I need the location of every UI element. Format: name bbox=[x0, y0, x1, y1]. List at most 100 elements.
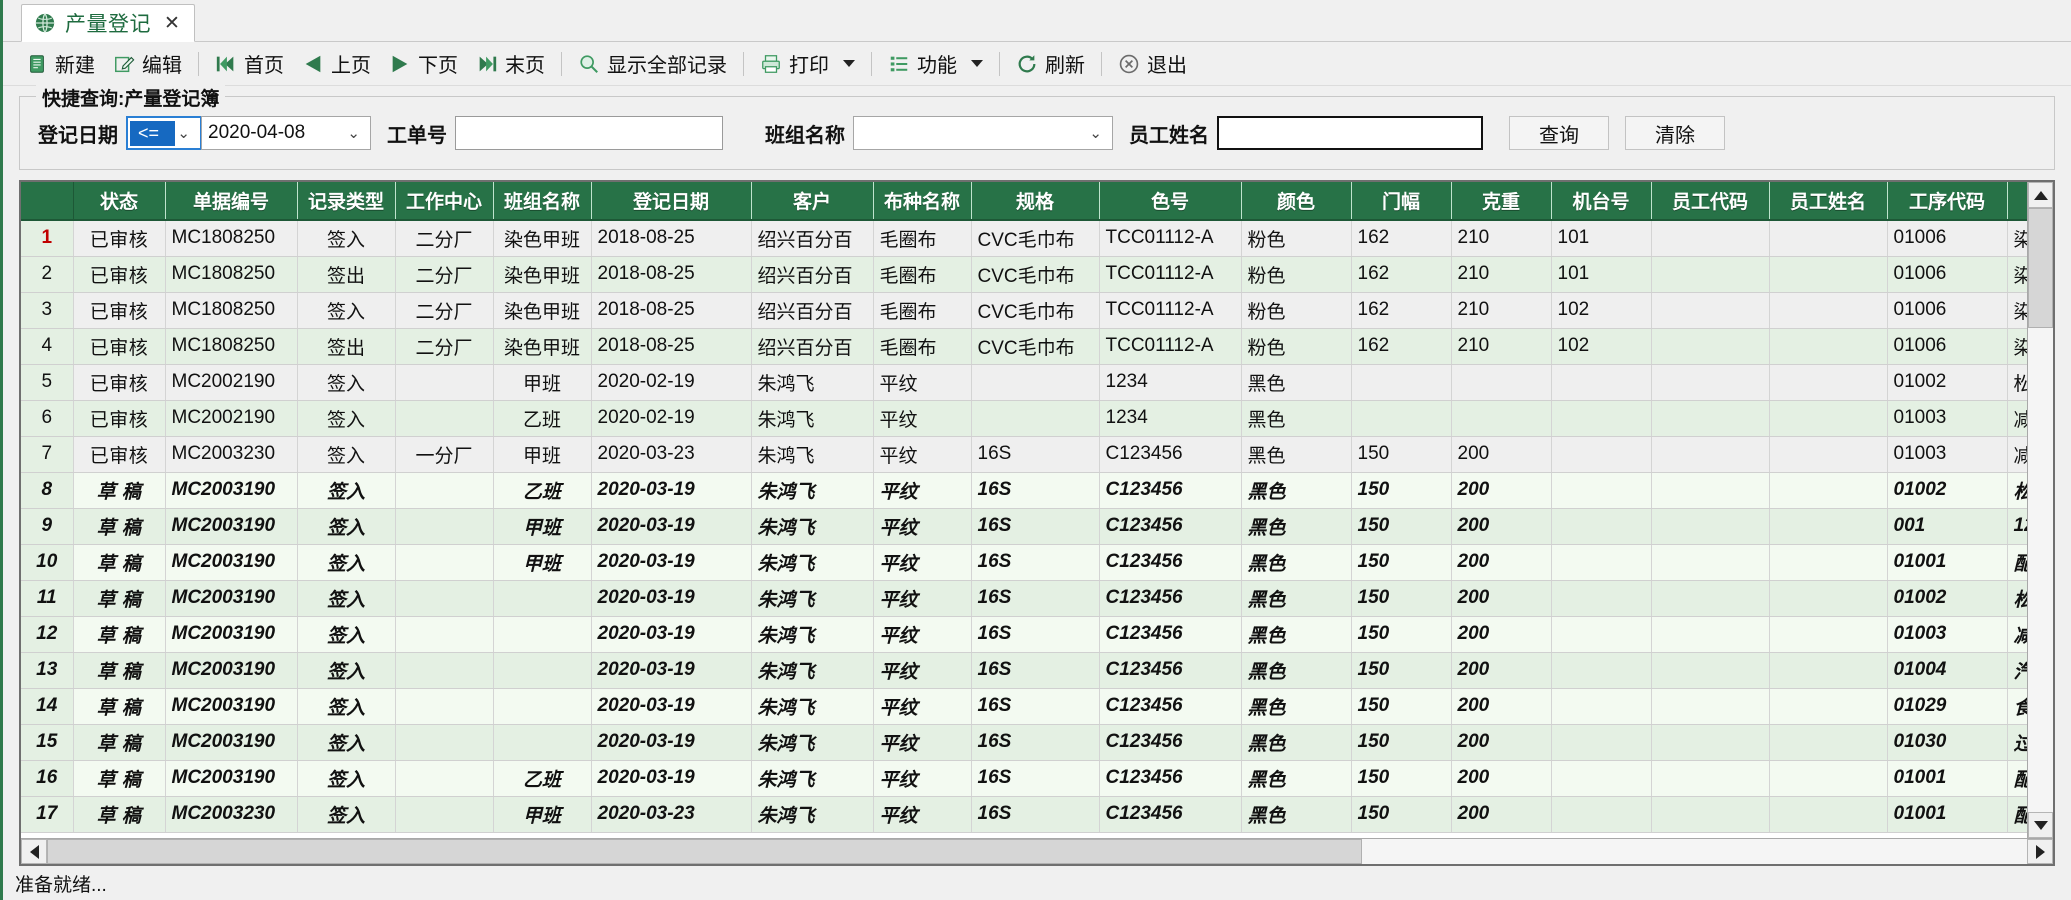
cell-emp_name[interactable] bbox=[1769, 220, 1888, 257]
cell-proc_name[interactable]: 松布 bbox=[2007, 364, 2027, 401]
cell-customer[interactable]: 朱鸿飞 bbox=[751, 364, 874, 401]
cell-emp_code[interactable] bbox=[1651, 688, 1770, 725]
cell-reg_date[interactable]: 2020-03-23 bbox=[591, 796, 752, 833]
cell-reg_date[interactable]: 2020-03-19 bbox=[591, 508, 752, 545]
toolbar-show-all-records-button[interactable]: 显示全部记录 bbox=[569, 46, 736, 81]
cell-emp_code[interactable] bbox=[1651, 400, 1770, 437]
table-row[interactable]: 17 草 稿 MC2003230 签入 甲班 2020-03-23 朱鸿飞 平纹 16S C123… bbox=[21, 796, 2027, 833]
cell-fabric[interactable]: 平纹 bbox=[873, 436, 972, 473]
cell-color[interactable]: 粉色 bbox=[1241, 328, 1352, 365]
cell-reg_date[interactable]: 2020-03-19 bbox=[591, 544, 752, 581]
cell-rec_type[interactable]: 签入 bbox=[297, 220, 396, 257]
cell-team[interactable]: 甲班 bbox=[493, 508, 592, 545]
cell-color[interactable]: 黑色 bbox=[1241, 760, 1352, 797]
cell-team[interactable]: 乙班 bbox=[493, 760, 592, 797]
cell-emp_name[interactable] bbox=[1769, 472, 1888, 509]
cell-status[interactable]: 已审核 bbox=[73, 256, 166, 293]
cell-rec_type[interactable]: 签入 bbox=[297, 580, 396, 617]
cell-spec[interactable]: 16S bbox=[971, 724, 1100, 761]
cell-spec[interactable]: 16S bbox=[971, 508, 1100, 545]
cell-weight[interactable]: 210 bbox=[1451, 256, 1552, 293]
cell-fabric[interactable]: 毛圈布 bbox=[873, 220, 972, 257]
cell-fabric[interactable]: 平纹 bbox=[873, 796, 972, 833]
cell-spec[interactable]: 16S bbox=[971, 616, 1100, 653]
grid-col-header-color_no[interactable]: 色号 bbox=[1099, 182, 1242, 221]
cell-machine[interactable] bbox=[1551, 580, 1652, 617]
toolbar-function-button[interactable]: 功能 bbox=[879, 46, 992, 81]
cell-emp_code[interactable] bbox=[1651, 364, 1770, 401]
cell-width_mm[interactable]: 162 bbox=[1351, 220, 1452, 257]
cell-spec[interactable]: 16S bbox=[971, 472, 1100, 509]
cell-color_no[interactable]: C123456 bbox=[1099, 616, 1242, 653]
cell-width_mm[interactable]: 150 bbox=[1351, 580, 1452, 617]
cell-machine[interactable] bbox=[1551, 616, 1652, 653]
cell-color[interactable]: 黑色 bbox=[1241, 364, 1352, 401]
cell-status[interactable]: 草 稿 bbox=[73, 472, 166, 509]
cell-proc_code[interactable]: 01001 bbox=[1887, 544, 2008, 581]
row-number-cell[interactable]: 12 bbox=[21, 616, 74, 653]
table-row[interactable]: 2 已审核 MC1808250 签出 二分厂 染色甲班 2018-08-25 绍兴百分百 毛圈布… bbox=[21, 256, 2027, 293]
cell-customer[interactable]: 朱鸿飞 bbox=[751, 616, 874, 653]
cell-rec_type[interactable]: 签入 bbox=[297, 616, 396, 653]
toolbar-print-button[interactable]: 打印 bbox=[751, 46, 864, 81]
table-row[interactable]: 12 草 稿 MC2003190 签入 2020-03-19 朱鸿飞 平纹 16S C12345… bbox=[21, 616, 2027, 653]
cell-emp_name[interactable] bbox=[1769, 508, 1888, 545]
row-number-cell[interactable]: 17 bbox=[21, 796, 74, 833]
cell-customer[interactable]: 朱鸿飞 bbox=[751, 472, 874, 509]
cell-machine[interactable] bbox=[1551, 724, 1652, 761]
cell-spec[interactable] bbox=[971, 400, 1100, 437]
cell-proc_name[interactable]: 减量 bbox=[2007, 616, 2027, 653]
cell-status[interactable]: 已审核 bbox=[73, 364, 166, 401]
cell-emp_code[interactable] bbox=[1651, 796, 1770, 833]
cell-fabric[interactable]: 平纹 bbox=[873, 688, 972, 725]
grid-col-header-proc_code[interactable]: 工序代码 bbox=[1887, 182, 2008, 221]
cell-emp_name[interactable] bbox=[1769, 580, 1888, 617]
cell-status[interactable]: 已审核 bbox=[73, 400, 166, 437]
table-row[interactable]: 5 已审核 MC2002190 签入 甲班 2020-02-19 朱鸿飞 平纹 1234 黑色 01… bbox=[21, 364, 2027, 401]
cell-customer[interactable]: 朱鸿飞 bbox=[751, 544, 874, 581]
cell-customer[interactable]: 绍兴百分百 bbox=[751, 292, 874, 329]
cell-status[interactable]: 草 稿 bbox=[73, 724, 166, 761]
cell-rec_type[interactable]: 签入 bbox=[297, 724, 396, 761]
toolbar-prev-page-button[interactable]: 上页 bbox=[293, 46, 380, 81]
cell-weight[interactable]: 210 bbox=[1451, 292, 1552, 329]
table-row[interactable]: 13 草 稿 MC2003190 签入 2020-03-19 朱鸿飞 平纹 16S C12345… bbox=[21, 652, 2027, 689]
cell-machine[interactable]: 102 bbox=[1551, 292, 1652, 329]
cell-fabric[interactable]: 平纹 bbox=[873, 472, 972, 509]
cell-proc_code[interactable]: 01004 bbox=[1887, 652, 2008, 689]
cell-fabric[interactable]: 平纹 bbox=[873, 616, 972, 653]
cell-customer[interactable]: 朱鸿飞 bbox=[751, 760, 874, 797]
cell-proc_name[interactable]: 染色 bbox=[2007, 292, 2027, 329]
cell-color[interactable]: 黑色 bbox=[1241, 580, 1352, 617]
scroll-up-button[interactable] bbox=[2028, 182, 2053, 208]
cell-customer[interactable]: 朱鸿飞 bbox=[751, 796, 874, 833]
cell-color_no[interactable]: TCC01112-A bbox=[1099, 328, 1242, 365]
cell-doc_no[interactable]: MC1808250 bbox=[165, 220, 298, 257]
toolbar-first-page-button[interactable]: 首页 bbox=[206, 46, 293, 81]
toolbar-edit-button[interactable]: 编辑 bbox=[104, 46, 191, 81]
cell-emp_name[interactable] bbox=[1769, 256, 1888, 293]
toolbar-exit-button[interactable]: 退出 bbox=[1109, 46, 1196, 81]
cell-rec_type[interactable]: 签入 bbox=[297, 688, 396, 725]
cell-reg_date[interactable]: 2020-03-19 bbox=[591, 652, 752, 689]
cell-width_mm[interactable]: 162 bbox=[1351, 292, 1452, 329]
cell-emp_name[interactable] bbox=[1769, 724, 1888, 761]
cell-spec[interactable]: 16S bbox=[971, 796, 1100, 833]
cell-work_ctr[interactable]: 二分厂 bbox=[395, 328, 494, 365]
cell-color_no[interactable]: C123456 bbox=[1099, 724, 1242, 761]
table-row[interactable]: 4 已审核 MC1808250 签出 二分厂 染色甲班 2018-08-25 绍兴百分百 毛圈布… bbox=[21, 328, 2027, 365]
row-number-cell[interactable]: 1 bbox=[21, 220, 74, 257]
cell-emp_code[interactable] bbox=[1651, 328, 1770, 365]
cell-reg_date[interactable]: 2020-02-19 bbox=[591, 364, 752, 401]
cell-doc_no[interactable]: MC2003190 bbox=[165, 508, 298, 545]
table-row[interactable]: 9草 稿 MC2003190 签入 甲班 2020-03-19 朱鸿飞 平纹 16S C1234… bbox=[21, 508, 2027, 545]
cell-status[interactable]: 草 稿 bbox=[73, 688, 166, 725]
grid-col-header-color[interactable]: 颜色 bbox=[1241, 182, 1352, 221]
row-number-cell[interactable]: 3 bbox=[21, 292, 74, 329]
cell-weight[interactable]: 200 bbox=[1451, 760, 1552, 797]
cell-color_no[interactable]: C123456 bbox=[1099, 580, 1242, 617]
cell-work_ctr[interactable]: 二分厂 bbox=[395, 220, 494, 257]
grid-col-header-emp_code[interactable]: 员工代码 bbox=[1651, 182, 1770, 221]
cell-machine[interactable] bbox=[1551, 544, 1652, 581]
cell-status[interactable]: 草 稿 bbox=[73, 652, 166, 689]
